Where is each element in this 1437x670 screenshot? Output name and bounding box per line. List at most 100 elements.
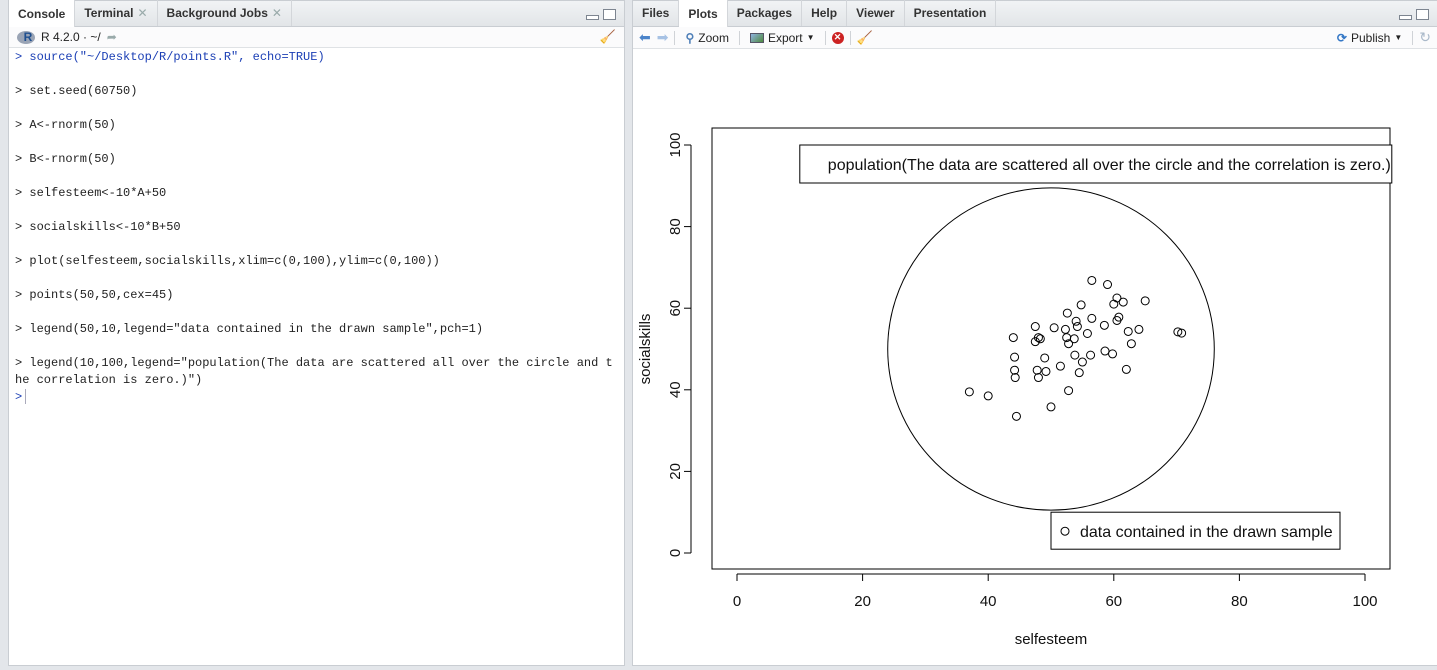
data-point	[1042, 367, 1050, 375]
minimize-icon[interactable]	[1399, 15, 1412, 20]
goto-directory-icon[interactable]: ➦	[107, 30, 117, 44]
chevron-down-icon: ▼	[807, 33, 815, 42]
console-line: > set.seed(60750)	[15, 83, 618, 100]
clear-plots-icon[interactable]: 🧹	[857, 30, 873, 46]
y-tick-label: 0	[667, 549, 684, 557]
console-output[interactable]: > source("~/Desktop/R/points.R", echo=TR…	[9, 48, 624, 407]
console-line: > B<-rnorm(50)	[15, 151, 618, 168]
y-axis-label: socialskills	[637, 314, 654, 385]
separator	[1412, 31, 1413, 45]
data-point	[1077, 301, 1085, 309]
data-point	[1071, 351, 1079, 359]
console-line: > source("~/Desktop/R/points.R", echo=TR…	[15, 49, 618, 66]
previous-plot-icon[interactable]: ⬅	[639, 29, 651, 46]
clear-console-icon[interactable]: 🧹	[600, 29, 616, 45]
publish-icon: ⟳	[1337, 31, 1347, 45]
minimize-icon[interactable]	[586, 15, 599, 20]
data-point	[1104, 281, 1112, 289]
console-blank-line	[15, 270, 618, 287]
pane-controls	[586, 9, 616, 20]
tab-terminal[interactable]: Terminal✕	[75, 0, 157, 26]
console-line: > points(50,50,cex=45)	[15, 287, 618, 304]
tab-label: Packages	[737, 6, 792, 20]
console-subbar: R R 4.2.0 · ~/ ➦ 🧹	[9, 27, 624, 48]
data-point	[1083, 329, 1091, 337]
tab-console[interactable]: Console	[9, 0, 75, 27]
zoom-label: Zoom	[698, 31, 729, 45]
console-blank-line	[15, 236, 618, 253]
separator	[850, 31, 851, 45]
prompt-symbol: >	[15, 390, 22, 404]
data-point	[1033, 366, 1041, 374]
plots-toolbar: ⬅ ➡ ⚲Zoom Export ▼ ✕ 🧹 ⟳ Publish ▼ ↻	[633, 27, 1437, 49]
tab-label: Presentation	[914, 6, 987, 20]
console-line: > legend(10,100,legend="population(The d…	[15, 355, 618, 389]
legend-population-text: population(The data are scattered all ov…	[828, 157, 1391, 174]
tab-label: Plots	[688, 7, 717, 21]
x-tick-label: 40	[980, 593, 997, 610]
data-point	[1031, 323, 1039, 331]
separator	[739, 31, 740, 45]
x-tick-label: 60	[1105, 593, 1122, 610]
data-point	[1078, 358, 1086, 366]
tab-label: Viewer	[856, 6, 894, 20]
remove-plot-icon[interactable]: ✕	[832, 32, 844, 44]
pane-controls	[1399, 9, 1429, 20]
tab-label: Files	[642, 6, 669, 20]
tab-files[interactable]: Files	[633, 0, 679, 26]
data-point	[1047, 403, 1055, 411]
console-line: > plot(selfesteem,socialskills,xlim=c(0,…	[15, 253, 618, 270]
x-axis-label: selfesteem	[1015, 631, 1088, 648]
r-logo-icon: R	[17, 31, 35, 44]
publish-label: Publish	[1351, 31, 1390, 45]
close-icon[interactable]: ✕	[272, 6, 282, 20]
zoom-button[interactable]: ⚲Zoom	[681, 31, 732, 45]
tab-background-jobs[interactable]: Background Jobs✕	[158, 0, 292, 26]
console-line: > socialskills<-10*B+50	[15, 219, 618, 236]
data-point	[1009, 334, 1017, 342]
console-blank-line	[15, 134, 618, 151]
legend-sample-text: data contained in the drawn sample	[1080, 524, 1333, 541]
publish-button[interactable]: ⟳Publish▼	[1333, 31, 1406, 45]
export-icon	[750, 33, 764, 43]
y-tick-label: 40	[667, 381, 684, 398]
data-point	[1127, 340, 1135, 348]
console-prompt[interactable]: >	[15, 389, 618, 406]
data-point	[1070, 335, 1078, 343]
x-tick-label: 20	[854, 593, 871, 610]
y-tick-label: 60	[667, 300, 684, 317]
console-line: > legend(50,10,legend="data contained in…	[15, 321, 618, 338]
data-point	[1065, 387, 1073, 395]
console-blank-line	[15, 338, 618, 355]
close-icon[interactable]: ✕	[137, 6, 147, 20]
console-blank-line	[15, 304, 618, 321]
data-point	[1075, 369, 1083, 377]
maximize-icon[interactable]	[603, 9, 616, 20]
x-tick-label: 80	[1231, 593, 1248, 610]
export-button[interactable]: Export ▼	[746, 31, 819, 45]
plot-box	[712, 128, 1390, 569]
text-cursor	[25, 389, 26, 404]
data-point	[1041, 354, 1049, 362]
separator	[825, 31, 826, 45]
export-label: Export	[768, 31, 803, 45]
console-line: > selfesteem<-10*A+50	[15, 185, 618, 202]
next-plot-icon[interactable]: ➡	[657, 29, 669, 46]
console-tabbar: Console Terminal✕ Background Jobs✕	[9, 1, 624, 27]
tab-plots[interactable]: Plots	[679, 0, 727, 27]
tab-packages[interactable]: Packages	[728, 0, 802, 26]
tab-viewer[interactable]: Viewer	[847, 0, 904, 26]
scatter-plot: 020406080100020406080100selfesteemsocial…	[633, 49, 1437, 667]
data-point	[1109, 350, 1117, 358]
data-point	[1101, 347, 1109, 355]
refresh-icon[interactable]: ↻	[1419, 29, 1431, 46]
tab-help[interactable]: Help	[802, 0, 847, 26]
data-point	[1135, 325, 1143, 333]
data-point	[1061, 325, 1069, 333]
data-point	[1119, 298, 1127, 306]
tab-label: Console	[18, 7, 65, 21]
maximize-icon[interactable]	[1416, 9, 1429, 20]
tab-presentation[interactable]: Presentation	[905, 0, 997, 26]
data-point	[1088, 314, 1096, 322]
data-point	[1141, 297, 1149, 305]
